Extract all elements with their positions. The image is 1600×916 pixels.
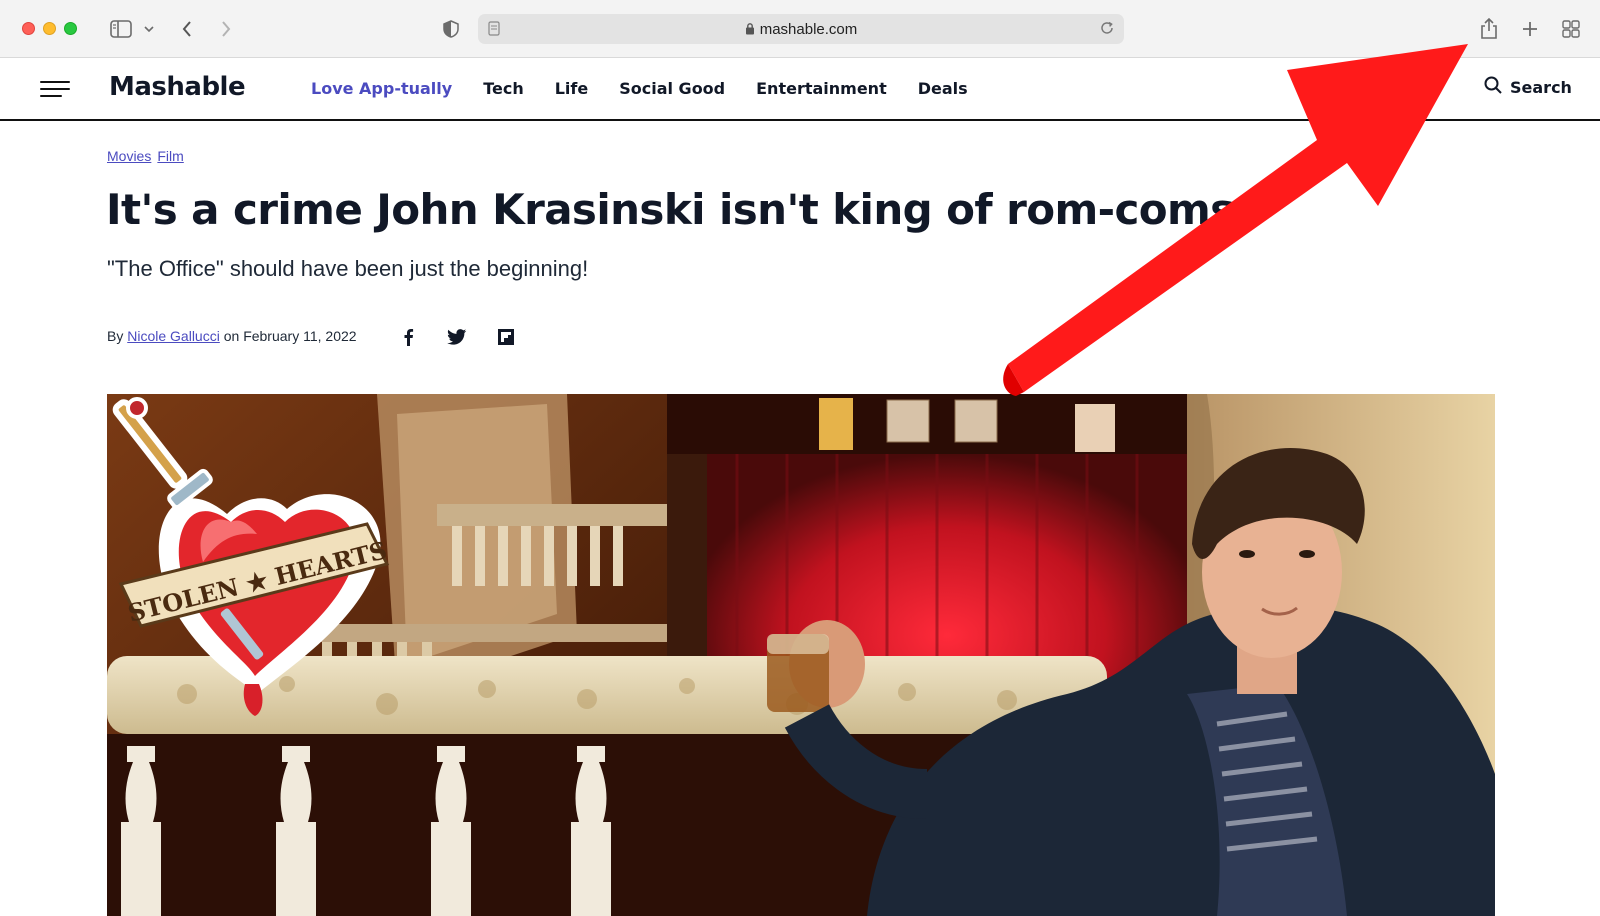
nav-item-deals[interactable]: Deals xyxy=(918,79,968,98)
author-link[interactable]: Nicole Gallucci xyxy=(127,328,220,344)
nav-item-tech[interactable]: Tech xyxy=(483,79,524,98)
search-icon xyxy=(1484,76,1502,98)
article-headline: It's a crime John Krasinski isn't king o… xyxy=(106,185,1235,234)
flipboard-icon[interactable] xyxy=(495,326,517,348)
nav-item-social-good[interactable]: Social Good xyxy=(619,79,725,98)
minimize-window-button[interactable] xyxy=(43,22,56,35)
address-bar[interactable]: mashable.com xyxy=(478,14,1124,44)
sidebar-toggle-icon[interactable] xyxy=(108,14,134,44)
privacy-shield-icon[interactable] xyxy=(441,14,461,44)
chevron-down-icon[interactable] xyxy=(142,14,156,44)
article-dek: "The Office" should have been just the b… xyxy=(107,256,589,281)
twitter-icon[interactable] xyxy=(446,326,468,348)
url-text: mashable.com xyxy=(759,21,858,38)
facebook-icon[interactable] xyxy=(397,326,419,348)
date-prefix: on xyxy=(223,328,240,344)
reload-icon[interactable] xyxy=(1099,20,1115,41)
breadcrumb: Movies Film xyxy=(107,148,190,164)
back-icon[interactable] xyxy=(177,14,197,44)
byline-prefix: By xyxy=(107,328,124,344)
publish-date: February 11, 2022 xyxy=(243,328,357,344)
nav-item-entertainment[interactable]: Entertainment xyxy=(756,79,887,98)
browser-toolbar: mashable.com xyxy=(0,0,1600,58)
browser-window: mashable.com Mashable Love App-tually Te… xyxy=(0,0,1600,916)
lock-icon xyxy=(745,22,755,39)
close-window-button[interactable] xyxy=(22,22,35,35)
hero-image: STOLEN ★ HEARTS xyxy=(107,394,1495,916)
site-logo[interactable]: Mashable xyxy=(109,72,246,102)
url-display: mashable.com xyxy=(478,21,1124,39)
new-tab-icon[interactable] xyxy=(1520,14,1540,44)
search-label: Search xyxy=(1510,77,1572,97)
breadcrumb-film[interactable]: Film xyxy=(157,148,183,164)
menu-icon[interactable] xyxy=(40,81,70,99)
breadcrumb-movies[interactable]: Movies xyxy=(107,148,151,164)
zoom-window-button[interactable] xyxy=(64,22,77,35)
primary-nav: Love App-tually Tech Life Social Good En… xyxy=(311,79,999,98)
nav-item-life[interactable]: Life xyxy=(555,79,589,98)
nav-item-love-app-tually[interactable]: Love App-tually xyxy=(311,79,452,98)
byline: By Nicole Gallucci on February 11, 2022 xyxy=(107,328,357,344)
search-button[interactable]: Search xyxy=(1484,76,1572,98)
tab-overview-icon[interactable] xyxy=(1561,14,1581,44)
site-header: Mashable Love App-tually Tech Life Socia… xyxy=(0,59,1600,121)
forward-icon[interactable] xyxy=(216,14,236,44)
share-icon[interactable] xyxy=(1478,14,1500,44)
